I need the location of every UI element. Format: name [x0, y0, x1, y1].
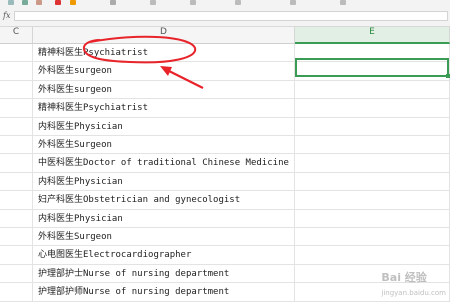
cell-d[interactable]: 妇产科医生Obstetrician and gynecologist: [33, 191, 295, 210]
cell-c[interactable]: [0, 44, 33, 63]
table-row: 精神科医生Psychiatrist: [0, 99, 450, 118]
cell-e[interactable]: [295, 228, 450, 247]
cell-d[interactable]: 精神科医生Psychiatrist: [33, 99, 295, 118]
toolbar-icon[interactable]: [70, 0, 76, 5]
cell-c[interactable]: [0, 283, 33, 302]
column-header-c[interactable]: C: [0, 27, 33, 43]
cell-c[interactable]: [0, 136, 33, 155]
cell-d[interactable]: 精神科医生Psychiatrist: [33, 44, 295, 63]
cell-d[interactable]: 外科医生surgeon: [33, 62, 295, 81]
cell-d[interactable]: 护理部护师Nurse of nursing department: [33, 283, 295, 302]
cell-c[interactable]: [0, 117, 33, 136]
cell-e[interactable]: [295, 136, 450, 155]
toolbar-icon[interactable]: [22, 0, 28, 5]
cell-d[interactable]: 心电图医生Electrocardiographer: [33, 246, 295, 265]
cell-c[interactable]: [0, 62, 33, 81]
toolbar-strip: [0, 0, 450, 7]
toolbar-icon[interactable]: [340, 0, 346, 5]
toolbar-icon[interactable]: [8, 0, 14, 5]
toolbar-icon[interactable]: [190, 0, 196, 5]
toolbar-icon[interactable]: [36, 0, 42, 5]
formula-bar: fx: [0, 7, 450, 27]
cell-e[interactable]: [295, 117, 450, 136]
cell-c[interactable]: [0, 246, 33, 265]
fx-icon[interactable]: fx: [3, 11, 10, 20]
cell-e[interactable]: [295, 154, 450, 173]
formula-input[interactable]: [14, 11, 448, 21]
cell-c[interactable]: [0, 154, 33, 173]
table-row: 内科医生Physician: [0, 209, 450, 228]
table-row: 心电图医生Electrocardiographer: [0, 246, 450, 265]
cell-d[interactable]: 外科医生surgeon: [33, 80, 295, 100]
column-header-e[interactable]: E: [295, 27, 450, 44]
toolbar-icon[interactable]: [150, 0, 156, 5]
column-header-d[interactable]: D: [33, 27, 295, 43]
cell-d[interactable]: 内科医生Physician: [33, 209, 295, 228]
cell-d[interactable]: 外科医生Surgeon: [33, 136, 295, 155]
cell-e[interactable]: [295, 191, 450, 210]
spreadsheet-grid: 精神科医生Psychiatrist 外科医生surgeon 外科医生surgeo…: [0, 44, 450, 302]
cell-e[interactable]: [295, 172, 450, 192]
cell-c[interactable]: [0, 228, 33, 247]
table-row: 中医科医生Doctor of traditional Chinese Medic…: [0, 154, 450, 173]
selected-cell-e2[interactable]: [295, 58, 450, 78]
cell-c[interactable]: [0, 209, 33, 228]
cell-c[interactable]: [0, 172, 33, 192]
toolbar-icon[interactable]: [110, 0, 116, 5]
cell-d[interactable]: 内科医生Physician: [33, 117, 295, 136]
cell-c[interactable]: [0, 264, 33, 284]
table-row: 外科医生surgeon: [0, 80, 450, 100]
table-row: 内科医生Physician: [0, 117, 450, 136]
toolbar-icon[interactable]: [235, 0, 241, 5]
cell-c[interactable]: [0, 191, 33, 210]
table-row: 妇产科医生Obstetrician and gynecologist: [0, 191, 450, 210]
table-row: 内科医生Physician: [0, 172, 450, 192]
toolbar-icon[interactable]: [55, 0, 61, 5]
cell-e[interactable]: [295, 80, 450, 100]
cell-c[interactable]: [0, 80, 33, 100]
cell-d[interactable]: 护理部护士Nurse of nursing department: [33, 264, 295, 284]
cell-c[interactable]: [0, 99, 33, 118]
cell-d[interactable]: 外科医生Surgeon: [33, 228, 295, 247]
table-row: 外科医生Surgeon: [0, 136, 450, 155]
cell-d[interactable]: 中医科医生Doctor of traditional Chinese Medic…: [33, 154, 295, 173]
cell-d[interactable]: 内科医生Physician: [33, 172, 295, 192]
cell-e[interactable]: [295, 209, 450, 228]
watermark: Bai 经验 jingyan.baidu.com: [381, 271, 446, 297]
table-row: 外科医生Surgeon: [0, 228, 450, 247]
cell-e[interactable]: [295, 99, 450, 118]
column-header-bar: C D E: [0, 27, 450, 44]
toolbar-icon[interactable]: [290, 0, 296, 5]
cell-e[interactable]: [295, 246, 450, 265]
